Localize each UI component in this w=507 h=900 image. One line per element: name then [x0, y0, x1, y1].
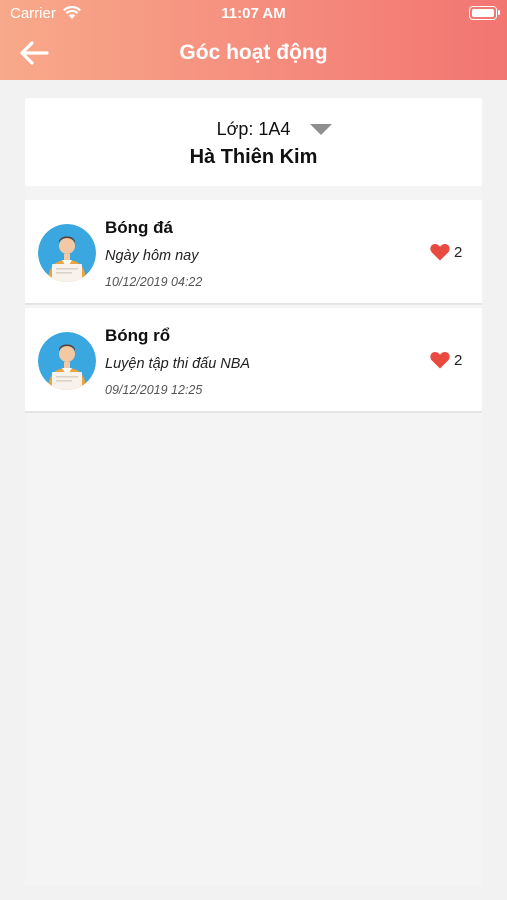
activity-title: Bóng đá	[105, 218, 173, 237]
page-title: Góc hoạt động	[179, 41, 328, 64]
like-count: 2	[454, 352, 463, 369]
activity-item[interactable]: Bóng rổ Luyện tập thi đấu NBA 09/12/2019…	[25, 308, 482, 413]
activity-description: Luyện tập thi đấu NBA	[105, 356, 251, 372]
activity-date: 10/12/2019 04:22	[105, 275, 203, 289]
status-bar: Carrier 11:07 AM	[0, 0, 507, 28]
battery-icon	[469, 6, 500, 20]
avatar	[38, 332, 96, 390]
like-count: 2	[454, 244, 463, 261]
person-laptop-icon	[38, 332, 96, 390]
activity-item[interactable]: Bóng đá Ngày hôm nay 10/12/2019 04:22 2	[25, 200, 482, 305]
app-header: Carrier 11:07 AM Góc hoạt động	[0, 0, 507, 80]
like-button[interactable]: 2	[430, 351, 470, 371]
student-selector[interactable]: Lớp: 1A4 Hà Thiên Kim	[25, 98, 482, 186]
activity-title: Bóng rổ	[105, 326, 171, 345]
triangle-down-icon[interactable]	[310, 124, 332, 135]
status-time: 11:07 AM	[221, 5, 286, 22]
person-laptop-icon	[38, 224, 96, 282]
class-label: Lớp: 1A4	[216, 119, 291, 139]
nav-bar: Góc hoạt động	[0, 28, 507, 80]
student-name: Hà Thiên Kim	[189, 146, 318, 168]
like-button[interactable]: 2	[430, 243, 470, 263]
heart-icon	[430, 243, 450, 261]
avatar	[38, 224, 96, 282]
activity-description: Ngày hôm nay	[105, 248, 199, 264]
heart-icon	[430, 351, 450, 369]
activity-date: 09/12/2019 12:25	[105, 383, 203, 397]
